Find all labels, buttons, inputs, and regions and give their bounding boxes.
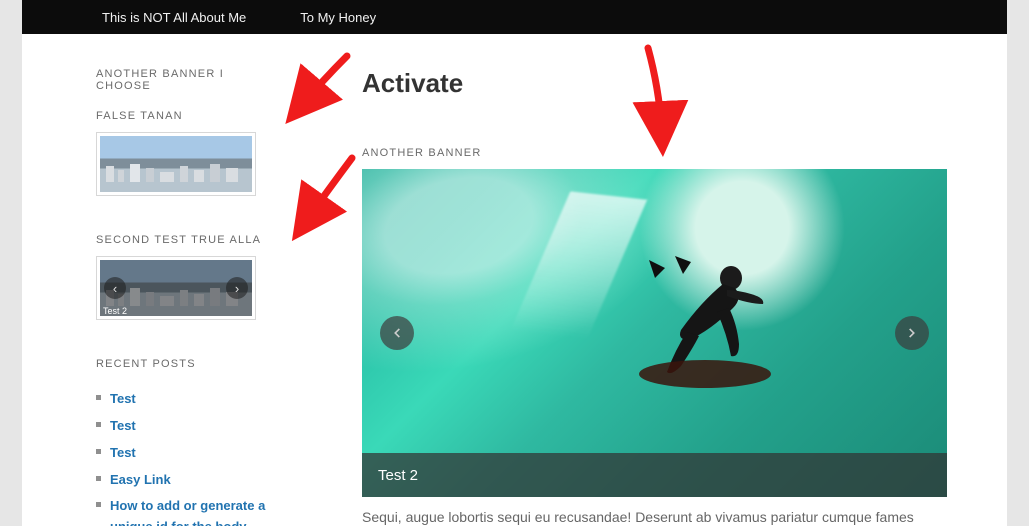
- list-item: How to add or generate a unique id for t…: [96, 495, 272, 526]
- carousel-prev-button[interactable]: [380, 316, 414, 350]
- main-banner-carousel: Test 2: [362, 169, 947, 497]
- banner-caption-bar: Test 2: [362, 453, 947, 497]
- banner-caption-text: Test 2: [378, 467, 418, 484]
- widget-title: RECENT POSTS: [96, 358, 272, 370]
- carousel-next-button[interactable]: ›: [226, 277, 248, 299]
- list-item: Test: [96, 442, 272, 463]
- widget-second-test: SECOND TEST TRUE ALLA ‹ › Test 2: [96, 234, 272, 320]
- top-nav: This is NOT All About Me To My Honey: [22, 0, 1007, 34]
- sidebar: ANOTHER BANNER I CHOOSE FALSE TANAN SECO…: [96, 68, 272, 526]
- post-excerpt: Sequi, augue lobortis sequi eu recusanda…: [362, 509, 947, 525]
- post-link[interactable]: Test: [110, 418, 136, 433]
- list-item: Test: [96, 415, 272, 436]
- widget-subtitle-second-test: SECOND TEST TRUE ALLA: [96, 234, 272, 246]
- banner-caption: Test 2: [103, 306, 127, 316]
- post-link[interactable]: Test: [110, 445, 136, 460]
- widget-title: ANOTHER BANNER I CHOOSE: [96, 68, 272, 92]
- main-banner-title: ANOTHER BANNER: [362, 147, 967, 159]
- chevron-left-icon: ‹: [113, 281, 117, 296]
- chevron-right-icon: ›: [235, 281, 239, 296]
- banner-second-test[interactable]: ‹ › Test 2: [96, 256, 256, 320]
- post-link[interactable]: Test: [110, 391, 136, 406]
- main-content: Activate ANOTHER BANNER: [362, 68, 967, 526]
- widget-subtitle-false-tanan: FALSE TANAN: [96, 110, 272, 122]
- banner-false-tanan[interactable]: [96, 132, 256, 196]
- nav-link-to-my-honey[interactable]: To My Honey: [300, 10, 376, 25]
- list-item: Test: [96, 388, 272, 409]
- chevron-right-icon: [905, 326, 919, 340]
- banner-image: [631, 254, 781, 404]
- chevron-left-icon: [390, 326, 404, 340]
- post-link[interactable]: Easy Link: [110, 472, 171, 487]
- carousel-next-button[interactable]: [895, 316, 929, 350]
- widget-recent-posts: RECENT POSTS Test Test Test Easy Link Ho…: [96, 358, 272, 526]
- recent-posts-list: Test Test Test Easy Link How to add or g…: [96, 388, 272, 526]
- widget-another-banner-choose: ANOTHER BANNER I CHOOSE FALSE TANAN: [96, 68, 272, 196]
- carousel-prev-button[interactable]: ‹: [104, 277, 126, 299]
- banner-image: [100, 136, 252, 192]
- page-title: Activate: [362, 68, 967, 99]
- list-item: Easy Link: [96, 469, 272, 490]
- nav-link-not-about-me[interactable]: This is NOT All About Me: [102, 10, 246, 25]
- post-link[interactable]: How to add or generate a unique id for t…: [110, 498, 265, 526]
